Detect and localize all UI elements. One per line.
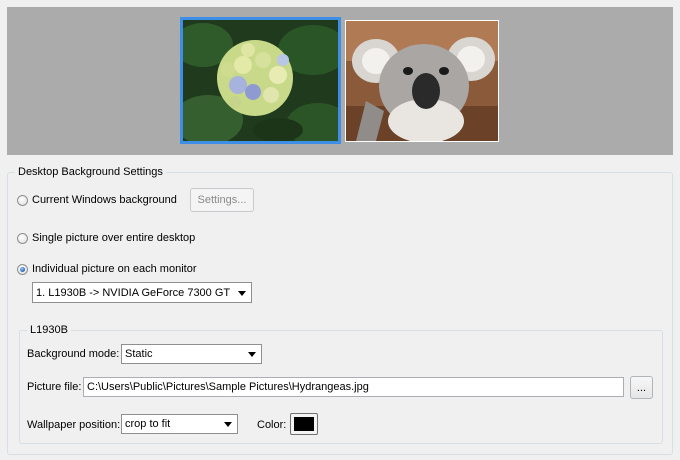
color-label: Color: [257, 419, 287, 431]
monitor-1-thumbnail[interactable] [180, 17, 341, 144]
wallpaper-position-label: Wallpaper position: [27, 419, 121, 431]
monitor-2-thumbnail[interactable] [345, 20, 499, 142]
hydrangea-picture [183, 20, 338, 141]
picture-file-label: Picture file: [27, 381, 82, 393]
color-picker-button[interactable] [290, 413, 318, 435]
monitor-select-value: 1. L1930B -> NVIDIA GeForce 7300 GT [36, 286, 231, 299]
individual-picture-radio[interactable] [17, 263, 28, 275]
background-mode-value: Static [125, 348, 153, 360]
monitor-select[interactable]: 1. L1930B -> NVIDIA GeForce 7300 GT [32, 282, 252, 303]
current-windows-background-option[interactable]: Current Windows background [17, 194, 177, 206]
background-mode-label: Background mode: [27, 348, 120, 360]
chevron-down-icon [248, 352, 256, 357]
color-swatch-fill [294, 417, 314, 431]
monitor-preview-area [7, 7, 673, 155]
monitor-group-title: L1930B [27, 324, 71, 336]
individual-picture-option[interactable]: Individual picture on each monitor [17, 263, 196, 275]
settings-button[interactable]: Settings... [190, 188, 254, 212]
individual-picture-label: Individual picture on each monitor [32, 263, 197, 275]
single-picture-option[interactable]: Single picture over entire desktop [17, 232, 195, 244]
chevron-down-icon [238, 290, 246, 296]
koala-picture [346, 21, 498, 141]
wallpaper-position-value: crop to fit [125, 418, 171, 430]
current-windows-label: Current Windows background [32, 194, 177, 206]
background-mode-select[interactable]: Static [121, 344, 262, 364]
picture-file-input[interactable]: C:\Users\Public\Pictures\Sample Pictures… [83, 377, 624, 397]
current-windows-radio[interactable] [17, 194, 28, 206]
single-picture-label: Single picture over entire desktop [32, 232, 196, 244]
settings-group-title: Desktop Background Settings [15, 166, 166, 178]
single-picture-radio[interactable] [17, 232, 28, 244]
wallpaper-position-select[interactable]: crop to fit [121, 414, 238, 434]
browse-button[interactable]: ... [630, 376, 653, 399]
chevron-down-icon [224, 422, 232, 427]
